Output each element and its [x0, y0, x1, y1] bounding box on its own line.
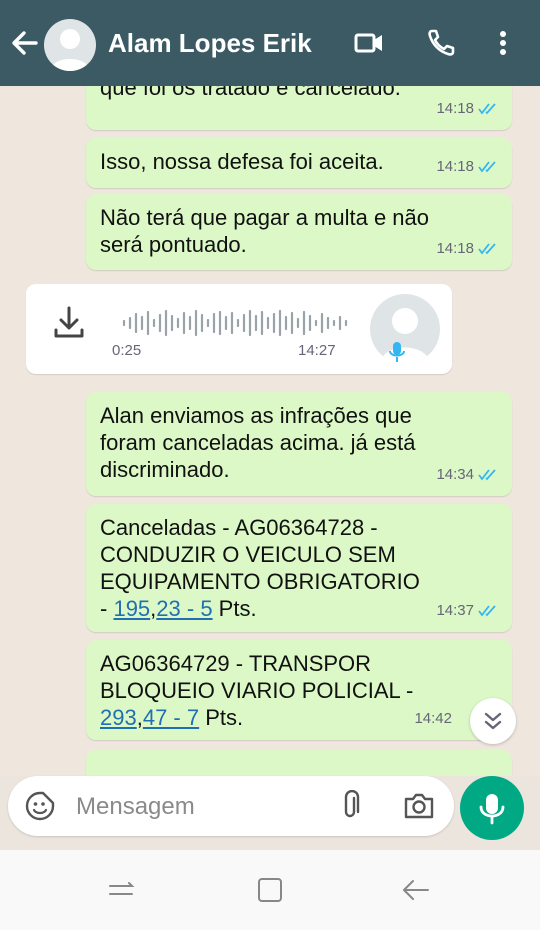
message-text: Alan enviamos as infrações que foram can… — [100, 403, 416, 482]
nav-back-icon[interactable] — [396, 872, 436, 908]
message-composer — [8, 776, 454, 836]
phone-icon[interactable] — [424, 26, 458, 60]
contact-name[interactable]: Alam Lopes Erik — [108, 28, 312, 59]
phone-link[interactable]: 47 - 7 — [143, 705, 199, 730]
message-time: 14:37 — [436, 602, 474, 619]
message-text: Não terá que pagar a multa e não será po… — [100, 205, 430, 257]
message-bubble[interactable] — [86, 750, 512, 776]
message-bubble[interactable]: AG06364729 - TRANSPOR BLOQUEIO VIARIO PO… — [86, 640, 512, 740]
camera-icon[interactable] — [402, 790, 436, 822]
message-text: Canceladas - AG06364728 - CONDUZIR O VEI… — [100, 514, 430, 622]
message-text-part: AG06364729 - TRANSPOR BLOQUEIO VIARIO PO… — [100, 651, 414, 703]
scroll-to-bottom-button[interactable] — [470, 698, 516, 744]
message-time: 14:18 — [436, 158, 474, 175]
message-text: AG06364729 - TRANSPOR BLOQUEIO VIARIO PO… — [100, 650, 430, 731]
message-meta: 14:18 — [436, 153, 498, 180]
scroll-down-icon — [484, 712, 502, 730]
video-call-icon[interactable] — [352, 26, 386, 60]
read-ticks-icon — [478, 102, 496, 114]
read-ticks-icon — [478, 468, 496, 480]
message-text: Isso, nossa defesa foi aceita. — [100, 149, 384, 174]
phone-link[interactable]: 293 — [100, 705, 137, 730]
message-time: 14:18 — [436, 240, 474, 257]
contact-avatar[interactable] — [44, 19, 96, 71]
mic-icon — [479, 794, 505, 825]
back-arrow-icon[interactable] — [10, 26, 40, 60]
attach-icon[interactable] — [338, 790, 362, 822]
mic-icon — [389, 342, 405, 362]
message-bubble[interactable]: Não terá que pagar a multa e não será po… — [86, 194, 512, 270]
message-meta: 14:18 — [436, 95, 498, 122]
read-ticks-icon — [478, 242, 496, 254]
phone-link[interactable]: 195 — [113, 596, 150, 621]
message-time: 14:42 — [414, 710, 452, 727]
nav-recent-icon[interactable] — [102, 872, 142, 908]
message-meta: 14:18 — [436, 235, 498, 262]
read-ticks-icon — [478, 604, 496, 616]
message-text-part: Pts. — [212, 596, 257, 621]
chat-header: Alam Lopes Erik — [0, 0, 540, 86]
message-meta: 14:34 — [436, 461, 498, 488]
avatar-placeholder-icon — [50, 29, 90, 71]
system-navigation-bar — [0, 850, 540, 930]
message-text: que foi os tratado e cancelado. — [100, 86, 401, 100]
download-icon[interactable] — [50, 304, 88, 342]
emoji-sticker-icon[interactable] — [24, 790, 56, 822]
read-ticks-icon — [478, 160, 496, 172]
message-bubble[interactable]: Alan enviamos as infrações que foram can… — [86, 392, 512, 496]
message-text-part: Pts. — [199, 705, 244, 730]
more-vert-icon[interactable] — [488, 26, 518, 60]
message-time: 14:18 — [436, 100, 474, 117]
message-meta: 14:42 — [414, 705, 452, 732]
voice-record-button[interactable] — [460, 776, 524, 840]
audio-waveform[interactable] — [122, 308, 366, 338]
message-time: 14:27 — [298, 342, 336, 359]
phone-link[interactable]: 23 - 5 — [156, 596, 212, 621]
audio-duration: 0:25 — [112, 342, 142, 359]
nav-home-icon[interactable] — [250, 872, 290, 908]
message-time: 14:34 — [436, 466, 474, 483]
message-bubble[interactable]: que foi os tratado e cancelado. 14:18 — [86, 86, 512, 130]
message-bubble[interactable]: Canceladas - AG06364728 - CONDUZIR O VEI… — [86, 504, 512, 632]
message-input[interactable] — [74, 788, 328, 826]
message-bubble[interactable]: Isso, nossa defesa foi aceita. 14:18 — [86, 138, 512, 188]
message-meta: 14:37 — [436, 597, 498, 624]
audio-message-bubble[interactable]: 0:25 14:27 — [26, 284, 452, 374]
message-list[interactable]: que foi os tratado e cancelado. 14:18 Is… — [0, 86, 540, 776]
